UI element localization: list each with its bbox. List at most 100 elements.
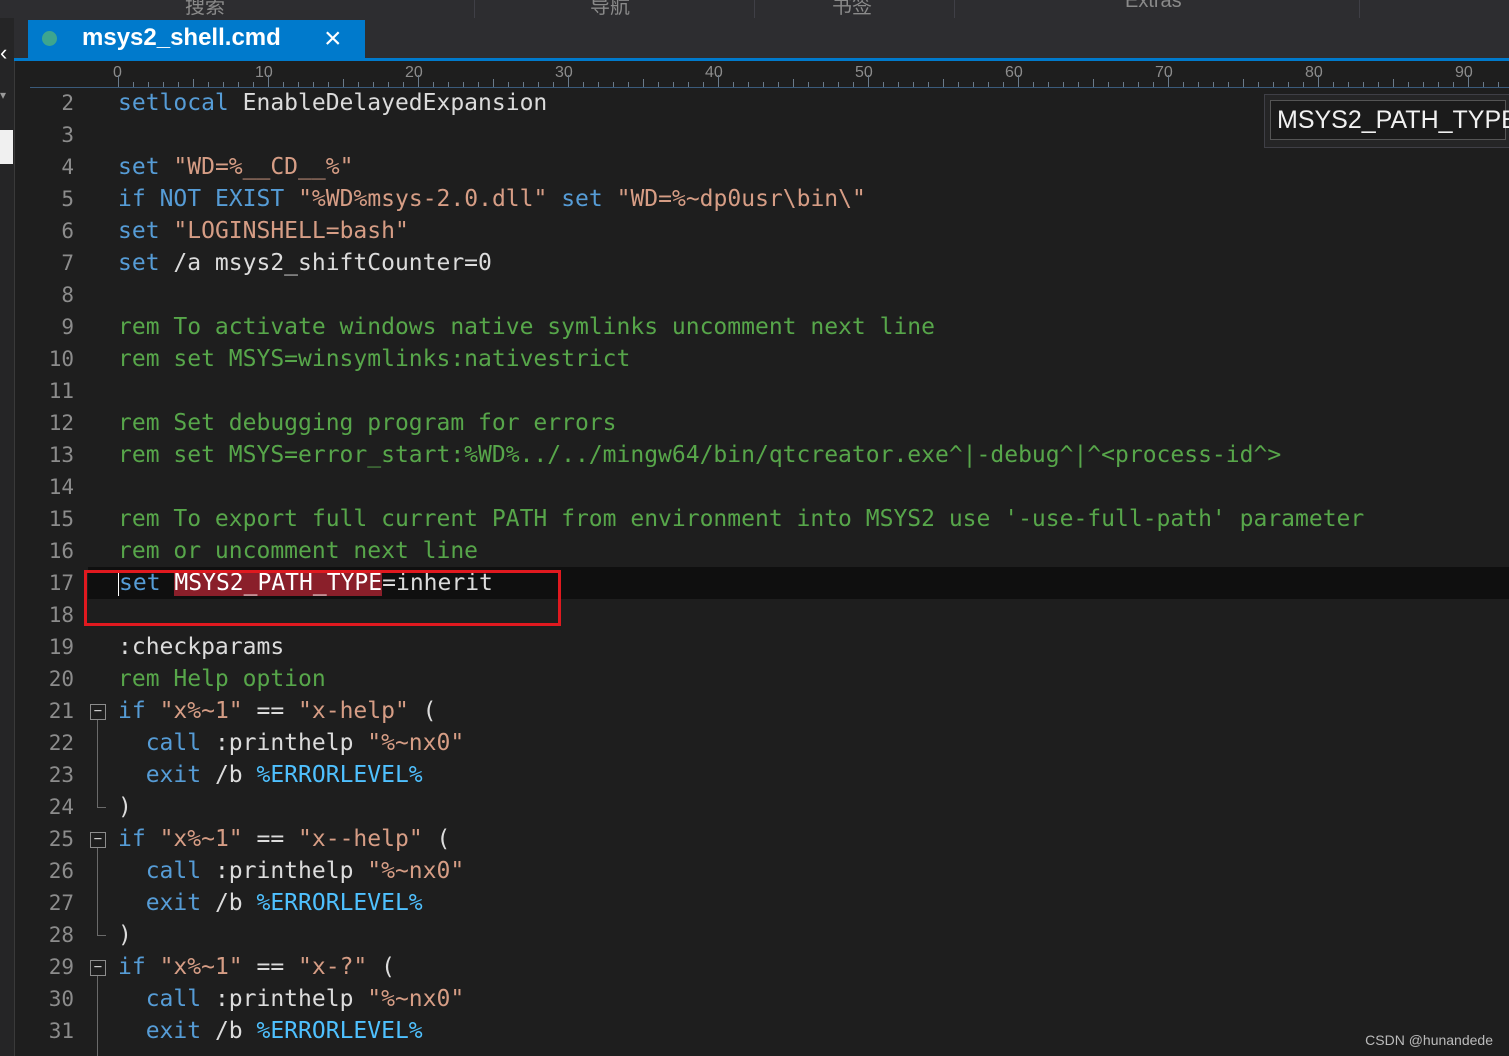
watermark: CSDN @hunandede	[1365, 1032, 1493, 1048]
code-token: "%~nx0"	[367, 986, 465, 1012]
ruler-tick	[418, 75, 419, 87]
code-token: "x-help"	[298, 698, 409, 724]
line-number: 24	[48, 795, 74, 819]
ruler-label: 40	[705, 64, 723, 81]
code-line[interactable]: call :printhelp "%~nx0"	[118, 983, 465, 1015]
document-tab-bar: msys2_shell.cmd ×	[14, 18, 1509, 61]
tab-title: msys2_shell.cmd	[82, 24, 281, 51]
ruler-tick	[1018, 75, 1019, 87]
code-token: :printhelp	[201, 730, 368, 756]
code-token: "x%~1"	[159, 826, 243, 852]
code-line[interactable]: setlocal EnableDelayedExpansion	[118, 87, 547, 119]
code-token: "WD=%~dp0usr\bin\"	[616, 186, 866, 212]
ruler-label: 50	[855, 64, 873, 81]
code-line[interactable]: rem or uncomment next line	[118, 535, 478, 567]
code-line[interactable]: rem To activate windows native symlinks …	[118, 311, 935, 343]
line-number: 3	[61, 123, 74, 147]
code-line[interactable]: if "x%~1" == "x--help" (	[118, 823, 450, 855]
code-token: rem To export full current PATH from env…	[118, 506, 1365, 532]
code-line[interactable]: set "WD=%__CD__%"	[118, 151, 353, 183]
code-line[interactable]: call :printhelp "%~nx0"	[118, 727, 465, 759]
line-number: 21	[48, 699, 74, 723]
code-line[interactable]: rem Set debugging program for errors	[118, 407, 617, 439]
code-token: (	[408, 698, 437, 724]
ruler-tick	[343, 79, 344, 87]
code-token: :printhelp	[201, 986, 368, 1012]
code-line[interactable]: :checkparams	[118, 631, 284, 663]
code-token: /a msys2_shiftCounter=0	[159, 250, 492, 276]
ruler-label: 10	[255, 64, 273, 81]
code-token: set	[561, 186, 603, 212]
ruler-tick	[718, 75, 719, 87]
code-token: if	[118, 954, 146, 980]
code-line[interactable]: if "x%~1" == "x-help" (	[118, 695, 437, 727]
chevron-left-icon[interactable]: ‹	[0, 42, 7, 64]
line-number: 14	[48, 475, 74, 499]
line-number: 31	[48, 1019, 74, 1043]
code-token: setlocal	[118, 90, 229, 116]
code-token: rem Set debugging program for errors	[118, 410, 617, 436]
code-token: "%~nx0"	[367, 730, 465, 756]
ruler-label: 90	[1455, 64, 1473, 81]
code-token: )	[118, 922, 132, 948]
fold-collapse-icon[interactable]: −	[90, 832, 106, 848]
ruler-label: 80	[1305, 64, 1323, 81]
code-token: "x--help"	[298, 826, 423, 852]
code-line[interactable]: set "LOGINSHELL=bash"	[118, 215, 409, 247]
code-token: /b	[201, 890, 257, 916]
fold-collapse-icon[interactable]: −	[90, 960, 106, 976]
close-icon[interactable]: ×	[324, 20, 342, 58]
code-line[interactable]: exit /b %ERRORLEVEL%	[118, 887, 423, 919]
code-line[interactable]: rem To export full current PATH from env…	[118, 503, 1364, 535]
ruler-tick	[268, 75, 269, 87]
code-token: call	[145, 858, 202, 884]
code-token: rem Help option	[118, 666, 326, 692]
panel-label-navigation[interactable]: 导航	[590, 0, 630, 18]
panel-label-search[interactable]: 搜索	[185, 0, 225, 18]
ruler-tick	[193, 79, 194, 87]
code-token: "%WD%msys-2.0.dll"	[298, 186, 548, 212]
code-line[interactable]: set /a msys2_shiftCounter=0	[118, 247, 492, 279]
code-token: /b	[201, 762, 257, 788]
code-line[interactable]: exit /b %ERRORLEVEL%	[118, 1015, 423, 1047]
code-token: rem or uncomment next line	[118, 538, 479, 564]
line-number: 10	[48, 347, 74, 371]
fold-collapse-icon[interactable]: −	[90, 704, 106, 720]
ruler-tick	[1168, 75, 1169, 87]
line-number: 28	[48, 923, 74, 947]
fold-end-marker	[97, 935, 106, 936]
code-line[interactable]: )	[118, 791, 132, 823]
code-line[interactable]: rem set MSYS=winsymlinks:nativestrict	[118, 343, 630, 375]
code-token: rem To activate windows native symlinks …	[118, 314, 935, 340]
line-number: 12	[48, 411, 74, 435]
panel-label-bookmarks[interactable]: 书签	[832, 0, 872, 18]
panel-divider	[1359, 0, 1360, 18]
side-panel-handle[interactable]	[0, 130, 13, 164]
line-number: 11	[48, 379, 74, 403]
code-line[interactable]: if NOT EXIST "%WD%msys-2.0.dll" set "WD=…	[118, 183, 866, 215]
ruler-tick	[793, 79, 794, 87]
file-status-dot-icon	[42, 31, 57, 46]
ruler-tick	[1243, 79, 1244, 87]
line-number: 16	[48, 539, 74, 563]
line-number: 9	[61, 315, 74, 339]
tab-msys2-shell-cmd[interactable]: msys2_shell.cmd ×	[28, 20, 365, 58]
ruler-label: 30	[555, 64, 573, 81]
line-number: 13	[48, 443, 74, 467]
code-line[interactable]: rem Help option	[118, 663, 326, 695]
fold-guide-line	[97, 976, 98, 1056]
ruler-tick	[868, 75, 869, 87]
code-token: set	[118, 218, 160, 244]
ruler-tick	[1093, 79, 1094, 87]
chevron-down-icon[interactable]: ▾	[0, 88, 6, 102]
code-line[interactable]: exit /b %ERRORLEVEL%	[118, 759, 423, 791]
panel-label-extras[interactable]: Extras	[1125, 0, 1182, 13]
code-token: "%~nx0"	[367, 858, 465, 884]
code-line[interactable]: call :printhelp "%~nx0"	[118, 855, 465, 887]
code-line[interactable]: rem set MSYS=error_start:%WD%../../mingw…	[118, 439, 1281, 471]
code-line[interactable]: )	[118, 919, 132, 951]
code-line[interactable]: if "x%~1" == "x-?" (	[118, 951, 395, 983]
